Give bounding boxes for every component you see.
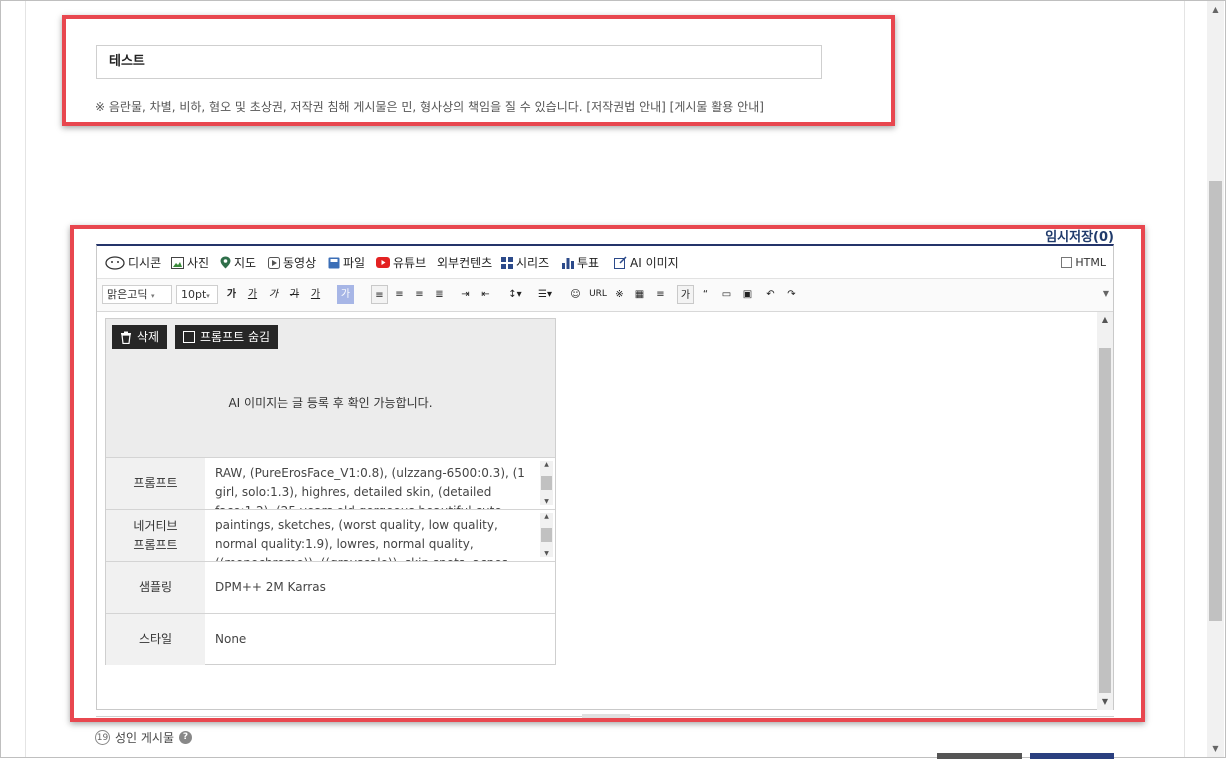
adult-post-label: 성인 게시물 bbox=[115, 731, 175, 745]
scroll-up-arrow[interactable]: ▲ bbox=[1207, 1, 1224, 18]
submit-button[interactable] bbox=[1030, 753, 1114, 759]
scroll-down-arrow[interactable]: ▼ bbox=[1207, 740, 1224, 757]
cancel-button[interactable] bbox=[937, 753, 1022, 759]
highlight-box-title bbox=[62, 15, 895, 126]
page-scroll-thumb[interactable] bbox=[1209, 181, 1222, 621]
left-gutter bbox=[1, 1, 26, 757]
help-icon[interactable]: ? bbox=[179, 731, 193, 744]
highlight-box-editor bbox=[70, 225, 1145, 722]
page-scrollbar[interactable]: ▲ ▼ bbox=[1207, 1, 1224, 757]
adult-post-option[interactable]: 19 성인 게시물 ? bbox=[95, 729, 193, 746]
adult-badge-icon: 19 bbox=[95, 730, 110, 745]
right-gutter bbox=[1184, 1, 1207, 757]
